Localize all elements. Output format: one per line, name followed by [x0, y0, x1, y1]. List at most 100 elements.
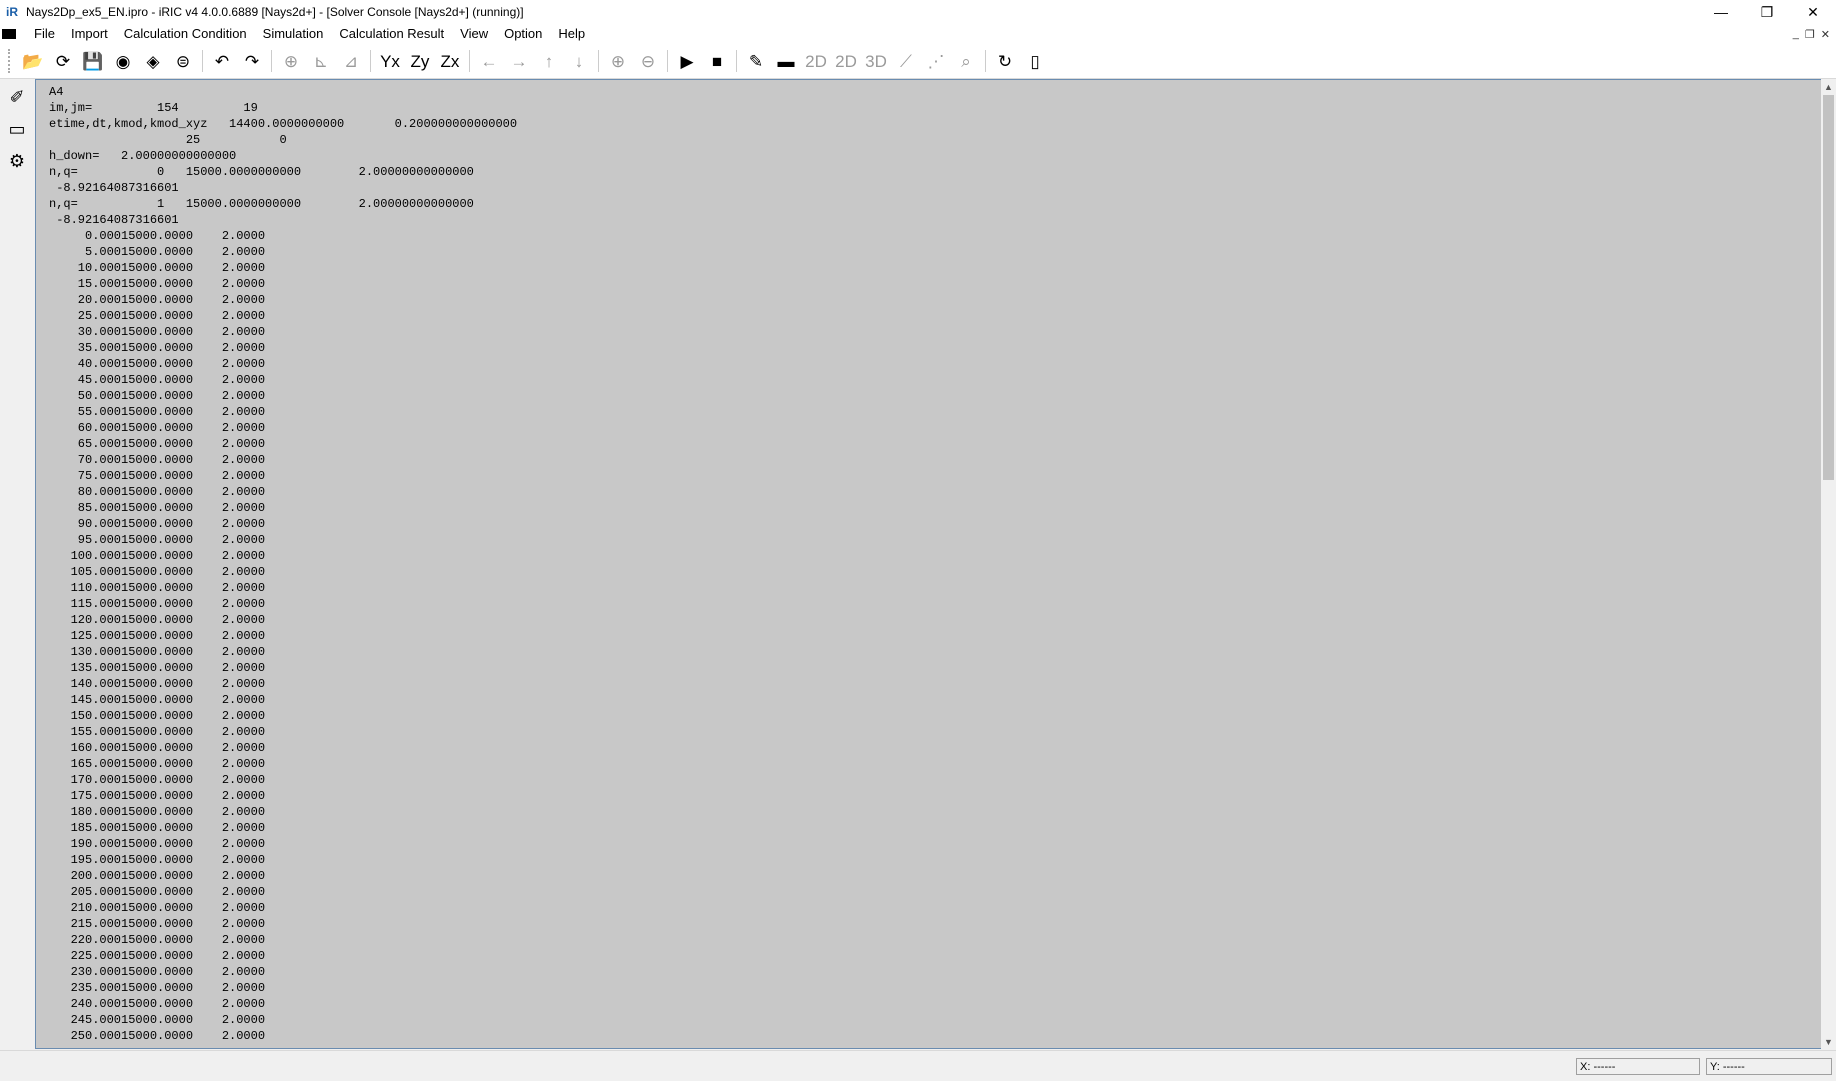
console-data-row: 15.00015000.0000 2.0000	[49, 277, 266, 291]
scroll-up-arrow-icon[interactable]: ▲	[1821, 79, 1836, 94]
console-data-row: 110.00015000.0000 2.0000	[49, 581, 266, 595]
mdi-restore-button[interactable]: ❐	[1805, 28, 1815, 41]
console-line: n,q= 1 15000.0000000000 2.00000000000000	[49, 197, 474, 211]
globe-icon[interactable]: ⊜	[170, 48, 196, 74]
reload-icon[interactable]: ⟳	[50, 48, 76, 74]
y-coordinate-readout: Y: ------	[1706, 1058, 1832, 1075]
toolbar-separator	[667, 50, 668, 72]
iric-app-icon: iR	[6, 5, 18, 19]
console-data-row: 10.00015000.0000 2.0000	[49, 261, 266, 275]
console-data-row: 240.00015000.0000 2.0000	[49, 997, 266, 1011]
view-zx-icon[interactable]: Zx	[437, 48, 463, 74]
minimize-button[interactable]: —	[1698, 0, 1744, 24]
console-data-row: 45.00015000.0000 2.0000	[49, 373, 266, 387]
snapshot-icon[interactable]: ◉	[110, 48, 136, 74]
snapshot-continuous-icon[interactable]: ◈	[140, 48, 166, 74]
console-data-row: 160.00015000.0000 2.0000	[49, 741, 266, 755]
console-data-row: 70.00015000.0000 2.0000	[49, 453, 266, 467]
zoom-out-icon[interactable]: ⊖	[635, 48, 661, 74]
menu-view[interactable]: View	[452, 24, 496, 44]
scroll-thumb[interactable]	[1823, 95, 1834, 480]
menu-import[interactable]: Import	[63, 24, 116, 44]
chart-zoom-icon[interactable]: ⌕	[953, 48, 979, 74]
mdi-minimize-button[interactable]: _	[1793, 28, 1799, 40]
console-icon[interactable]: ▬	[773, 48, 799, 74]
refresh-icon[interactable]: ↻	[992, 48, 1018, 74]
axis-x-icon[interactable]: ⊾	[308, 48, 334, 74]
console-line: 25 0	[49, 133, 287, 147]
view-zy-icon[interactable]: Zy	[407, 48, 433, 74]
mouse-icon[interactable]: ▯	[1022, 48, 1048, 74]
console-data-row: 230.00015000.0000 2.0000	[49, 965, 266, 979]
x-coordinate-readout: X: ------	[1576, 1058, 1700, 1075]
console-data-row: 215.00015000.0000 2.0000	[49, 917, 266, 931]
toolbar-separator	[202, 50, 203, 72]
menu-bar: File Import Calculation Condition Simula…	[0, 24, 1836, 44]
fit-view-icon[interactable]: ⊕	[278, 48, 304, 74]
redo-icon[interactable]: ↷	[239, 48, 265, 74]
mdi-system-menu-icon[interactable]	[2, 29, 16, 39]
console-data-row: 205.00015000.0000 2.0000	[49, 885, 266, 899]
close-button[interactable]: ✕	[1790, 0, 1836, 24]
console-data-row: 210.00015000.0000 2.0000	[49, 901, 266, 915]
move-left-icon[interactable]: ←	[476, 48, 502, 74]
main-toolbar: 📂 ⟳ 💾 ◉ ◈ ⊜ ↶ ↷ ⊕ ⊾ ⊿ Yx Zy Zx ← → ↑ ↓ ⊕ ⊖ ▶ ■ ✎ ▬ 2D 2D 3D ⟋ ⋰ ⌕ ↻ ▯	[0, 44, 1836, 79]
mdi-controls: _ ❐ ✕	[1793, 24, 1830, 44]
console-line: n,q= 0 15000.0000000000 2.00000000000000	[49, 165, 474, 179]
menu-calculation-condition[interactable]: Calculation Condition	[116, 24, 255, 44]
undo-icon[interactable]: ↶	[209, 48, 235, 74]
solver-console-icon[interactable]: ▭	[3, 115, 31, 143]
run-icon[interactable]: ▶	[674, 48, 700, 74]
move-up-icon[interactable]: ↑	[536, 48, 562, 74]
console-data-row: 75.00015000.0000 2.0000	[49, 469, 266, 483]
console-data-row: 20.00015000.0000 2.0000	[49, 293, 266, 307]
zoom-in-icon[interactable]: ⊕	[605, 48, 631, 74]
console-data-row: 225.00015000.0000 2.0000	[49, 949, 266, 963]
console-data-row: 95.00015000.0000 2.0000	[49, 533, 266, 547]
solver-console[interactable]: A4 im,jm= 154 19 etime,dt,kmod,kmod_xyz 14…	[35, 79, 1823, 1049]
post-2d-bird-icon[interactable]: 2D	[833, 48, 859, 74]
console-data-row: 245.00015000.0000 2.0000	[49, 1013, 266, 1027]
console-line: A4	[49, 85, 64, 99]
menu-help[interactable]: Help	[550, 24, 593, 44]
scroll-down-arrow-icon[interactable]: ▼	[1821, 1034, 1836, 1049]
menu-option[interactable]: Option	[496, 24, 550, 44]
graph-icon[interactable]: ⟋	[893, 48, 919, 74]
title-bar[interactable]: iR Nays2Dp_ex5_EN.ipro - iRIC v4 4.0.0.6…	[0, 0, 1836, 24]
post-2d-icon[interactable]: 2D	[803, 48, 829, 74]
pre-processor-icon[interactable]: ✐	[3, 83, 31, 111]
window-title: Nays2Dp_ex5_EN.ipro - iRIC v4 4.0.0.6889…	[26, 5, 524, 19]
post-3d-icon[interactable]: 3D	[863, 48, 889, 74]
console-data-row: 190.00015000.0000 2.0000	[49, 837, 266, 851]
open-project-icon[interactable]: 📂	[20, 48, 46, 74]
menu-calculation-result[interactable]: Calculation Result	[331, 24, 452, 44]
console-data-row: 155.00015000.0000 2.0000	[49, 725, 266, 739]
menu-simulation[interactable]: Simulation	[255, 24, 332, 44]
toolbar-grip[interactable]	[8, 49, 14, 73]
pencil-icon[interactable]: ✎	[743, 48, 769, 74]
console-data-row: 25.00015000.0000 2.0000	[49, 309, 266, 323]
console-data-row: 125.00015000.0000 2.0000	[49, 629, 266, 643]
post-processor-icon[interactable]: ⚙	[3, 147, 31, 175]
move-right-icon[interactable]: →	[506, 48, 532, 74]
stop-icon[interactable]: ■	[704, 48, 730, 74]
mdi-close-button[interactable]: ✕	[1821, 28, 1830, 41]
move-down-icon[interactable]: ↓	[566, 48, 592, 74]
scatter-icon[interactable]: ⋰	[923, 48, 949, 74]
toolbar-separator	[370, 50, 371, 72]
axis-xy-icon[interactable]: ⊿	[338, 48, 364, 74]
console-data-row: 40.00015000.0000 2.0000	[49, 357, 266, 371]
console-data-row: 235.00015000.0000 2.0000	[49, 981, 266, 995]
view-yx-icon[interactable]: Yx	[377, 48, 403, 74]
menu-file[interactable]: File	[26, 24, 63, 44]
toolbar-separator	[271, 50, 272, 72]
console-data-row: 130.00015000.0000 2.0000	[49, 645, 266, 659]
mode-sidebar: ✐ ▭ ⚙	[0, 79, 34, 1049]
restore-button[interactable]: ❐	[1744, 0, 1790, 24]
console-data-row: 150.00015000.0000 2.0000	[49, 709, 266, 723]
console-data-row: 140.00015000.0000 2.0000	[49, 677, 266, 691]
console-vertical-scrollbar[interactable]: ▲ ▼	[1821, 79, 1836, 1049]
console-data-row: 165.00015000.0000 2.0000	[49, 757, 266, 771]
console-data-row: 100.00015000.0000 2.0000	[49, 549, 266, 563]
save-icon[interactable]: 💾	[80, 48, 106, 74]
